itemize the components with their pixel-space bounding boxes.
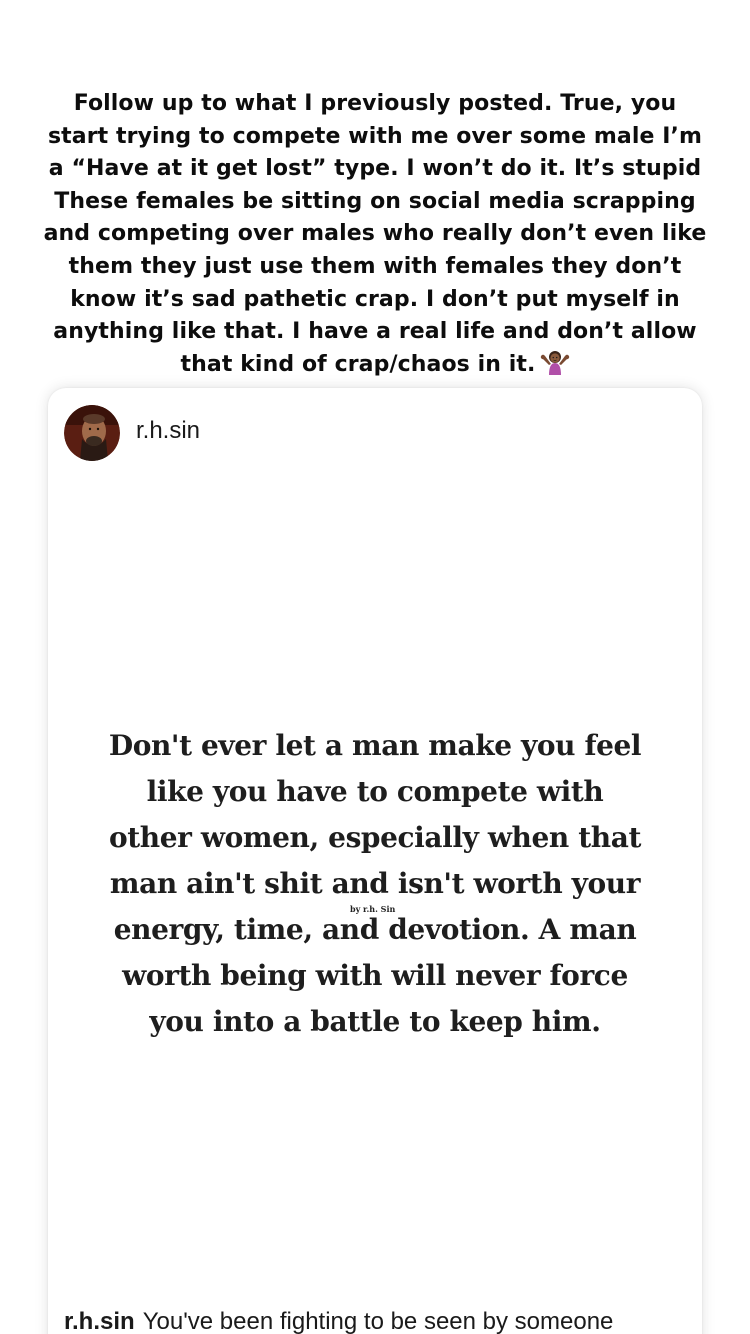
post-username[interactable]: r.h.sin [136,417,200,445]
woman-shrugging-emoji [540,350,569,375]
quote-text: Don't ever let a man make you feel like … [48,723,702,1045]
story-caption-line: a “Have at it get lost” type. I won’t do… [48,156,702,182]
caption-text: You've been fighting to be seen by someo… [142,1308,614,1334]
quote-line: other women, especially when that [109,821,641,854]
quote-line: like you have to compete with [146,775,604,808]
story-caption-line: that kind of crap/chaos in it. [180,351,536,377]
story-caption-line: and competing over males who really don’… [43,221,707,247]
quote-line: worth being with will never force [122,959,628,992]
post-header: r.h.sin [64,404,200,462]
profile-photo-avatar[interactable] [64,405,120,461]
story-caption-line: them they just use them with females the… [68,253,682,279]
quote-line: you into a battle to keep him. [149,1005,601,1038]
post-caption: r.h.sin You've been fighting to be seen b… [64,1308,702,1334]
quote-line: man ain't shit and isn't worth your [109,867,641,900]
caption-username[interactable]: r.h.sin [64,1308,135,1334]
shared-post-card[interactable]: r.h.sin Don't ever let a man make you fe… [48,388,702,1334]
story-caption-line: anything like that. I have a real life a… [53,319,697,345]
story-caption-text: Follow up to what I previously posted. T… [25,88,725,381]
story-caption-line: Follow up to what I previously posted. T… [73,91,677,116]
story-caption-line: start trying to compete with me over som… [47,123,703,149]
story-caption-last-line: that kind of crap/chaos in it. [25,349,725,382]
story-caption-line: These females be sitting on social media… [54,188,696,214]
story-caption-line: know it’s sad pathetic crap. I don’t put… [70,286,680,312]
quote-byline: by r.h. Sin [350,904,396,914]
quote-line: Don't ever let a man make you feel [108,729,642,762]
